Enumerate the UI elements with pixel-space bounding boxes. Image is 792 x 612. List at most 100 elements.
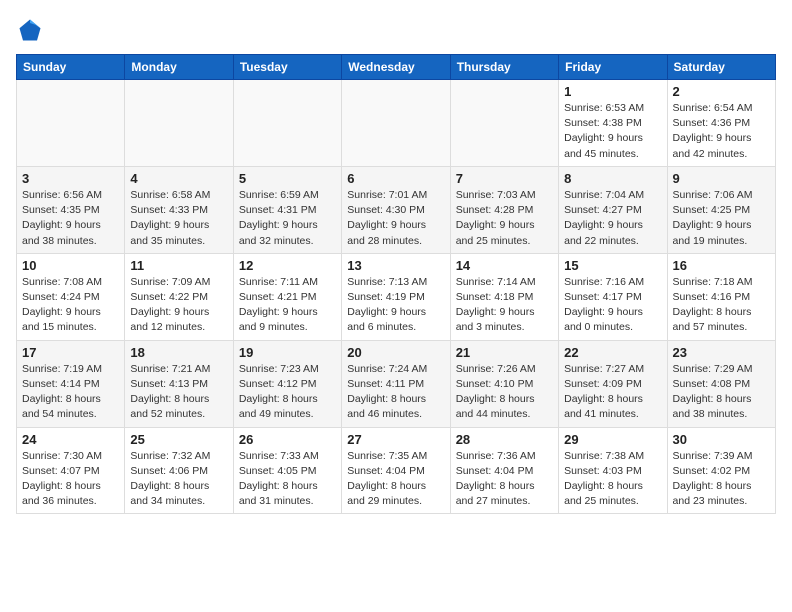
calendar-week-row: 10 Sunrise: 7:08 AM Sunset: 4:24 PM Dayli… <box>17 253 776 340</box>
calendar-cell: 27Sunrise: 7:35 AM Sunset: 4:04 PM Dayli… <box>342 427 450 514</box>
day-info: Sunrise: 7:38 AM Sunset: 4:03 PM Dayligh… <box>564 449 661 510</box>
day-info: Sunrise: 7:13 AM Sunset: 4:19 PM Dayligh… <box>347 275 444 336</box>
day-info: Sunrise: 6:54 AM Sunset: 4:36 PM Dayligh… <box>673 101 770 162</box>
calendar-cell: 1 Sunrise: 6:53 AM Sunset: 4:38 PM Daylig… <box>559 80 667 167</box>
day-number: 3 <box>22 171 119 186</box>
calendar-cell: 6 Sunrise: 7:01 AM Sunset: 4:30 PM Daylig… <box>342 166 450 253</box>
calendar-cell <box>125 80 233 167</box>
day-info: Sunrise: 7:21 AM Sunset: 4:13 PM Dayligh… <box>130 362 227 423</box>
day-info: Sunrise: 7:23 AM Sunset: 4:12 PM Dayligh… <box>239 362 336 423</box>
day-info: Sunrise: 7:24 AM Sunset: 4:11 PM Dayligh… <box>347 362 444 423</box>
calendar-body: 1 Sunrise: 6:53 AM Sunset: 4:38 PM Daylig… <box>17 80 776 514</box>
weekday-header-thursday: Thursday <box>450 55 558 80</box>
day-info: Sunrise: 7:19 AM Sunset: 4:14 PM Dayligh… <box>22 362 119 423</box>
day-info: Sunrise: 7:29 AM Sunset: 4:08 PM Dayligh… <box>673 362 770 423</box>
weekday-header-sunday: Sunday <box>17 55 125 80</box>
header <box>16 16 776 44</box>
day-info: Sunrise: 7:11 AM Sunset: 4:21 PM Dayligh… <box>239 275 336 336</box>
day-number: 5 <box>239 171 336 186</box>
logo-icon <box>16 16 44 44</box>
calendar-cell <box>17 80 125 167</box>
calendar-cell: 7 Sunrise: 7:03 AM Sunset: 4:28 PM Daylig… <box>450 166 558 253</box>
calendar-header-row: SundayMondayTuesdayWednesdayThursdayFrid… <box>17 55 776 80</box>
day-number: 15 <box>564 258 661 273</box>
day-number: 1 <box>564 84 661 99</box>
day-number: 8 <box>564 171 661 186</box>
calendar-week-row: 1 Sunrise: 6:53 AM Sunset: 4:38 PM Daylig… <box>17 80 776 167</box>
day-info: Sunrise: 7:14 AM Sunset: 4:18 PM Dayligh… <box>456 275 553 336</box>
calendar-cell: 30 Sunrise: 7:39 AM Sunset: 4:02 PM Dayli… <box>667 427 775 514</box>
calendar-table: SundayMondayTuesdayWednesdayThursdayFrid… <box>16 54 776 514</box>
calendar-cell <box>450 80 558 167</box>
day-info: Sunrise: 6:56 AM Sunset: 4:35 PM Dayligh… <box>22 188 119 249</box>
day-number: 17 <box>22 345 119 360</box>
day-number: 6 <box>347 171 444 186</box>
calendar-cell: 4 Sunrise: 6:58 AM Sunset: 4:33 PM Daylig… <box>125 166 233 253</box>
weekday-header-monday: Monday <box>125 55 233 80</box>
weekday-header-saturday: Saturday <box>667 55 775 80</box>
weekday-header-friday: Friday <box>559 55 667 80</box>
calendar-cell <box>233 80 341 167</box>
calendar-cell: 2 Sunrise: 6:54 AM Sunset: 4:36 PM Daylig… <box>667 80 775 167</box>
day-info: Sunrise: 6:58 AM Sunset: 4:33 PM Dayligh… <box>130 188 227 249</box>
calendar-cell: 25 Sunrise: 7:32 AM Sunset: 4:06 PM Dayli… <box>125 427 233 514</box>
day-number: 13 <box>347 258 444 273</box>
calendar-cell: 26 Sunrise: 7:33 AM Sunset: 4:05 PM Dayli… <box>233 427 341 514</box>
day-number: 19 <box>239 345 336 360</box>
calendar-cell: 18 Sunrise: 7:21 AM Sunset: 4:13 PM Dayli… <box>125 340 233 427</box>
day-info: Sunrise: 7:09 AM Sunset: 4:22 PM Dayligh… <box>130 275 227 336</box>
calendar-cell: 11 Sunrise: 7:09 AM Sunset: 4:22 PM Dayli… <box>125 253 233 340</box>
day-number: 27 <box>347 432 444 447</box>
day-number: 11 <box>130 258 227 273</box>
day-number: 12 <box>239 258 336 273</box>
day-number: 26 <box>239 432 336 447</box>
day-info: Sunrise: 7:03 AM Sunset: 4:28 PM Dayligh… <box>456 188 553 249</box>
day-number: 22 <box>564 345 661 360</box>
day-number: 4 <box>130 171 227 186</box>
day-number: 9 <box>673 171 770 186</box>
day-number: 20 <box>347 345 444 360</box>
day-info: Sunrise: 7:01 AM Sunset: 4:30 PM Dayligh… <box>347 188 444 249</box>
calendar-cell: 8Sunrise: 7:04 AM Sunset: 4:27 PM Daylig… <box>559 166 667 253</box>
calendar-week-row: 24Sunrise: 7:30 AM Sunset: 4:07 PM Dayli… <box>17 427 776 514</box>
calendar-cell: 10 Sunrise: 7:08 AM Sunset: 4:24 PM Dayli… <box>17 253 125 340</box>
day-number: 10 <box>22 258 119 273</box>
day-info: Sunrise: 6:59 AM Sunset: 4:31 PM Dayligh… <box>239 188 336 249</box>
calendar-cell: 16Sunrise: 7:18 AM Sunset: 4:16 PM Dayli… <box>667 253 775 340</box>
calendar-cell: 14 Sunrise: 7:14 AM Sunset: 4:18 PM Dayli… <box>450 253 558 340</box>
day-number: 2 <box>673 84 770 99</box>
calendar-cell: 22Sunrise: 7:27 AM Sunset: 4:09 PM Dayli… <box>559 340 667 427</box>
day-info: Sunrise: 7:30 AM Sunset: 4:07 PM Dayligh… <box>22 449 119 510</box>
calendar-cell: 15Sunrise: 7:16 AM Sunset: 4:17 PM Dayli… <box>559 253 667 340</box>
calendar-cell: 9Sunrise: 7:06 AM Sunset: 4:25 PM Daylig… <box>667 166 775 253</box>
calendar-cell: 24Sunrise: 7:30 AM Sunset: 4:07 PM Dayli… <box>17 427 125 514</box>
day-number: 28 <box>456 432 553 447</box>
calendar-cell: 23 Sunrise: 7:29 AM Sunset: 4:08 PM Dayli… <box>667 340 775 427</box>
day-info: Sunrise: 7:32 AM Sunset: 4:06 PM Dayligh… <box>130 449 227 510</box>
calendar-cell: 12 Sunrise: 7:11 AM Sunset: 4:21 PM Dayli… <box>233 253 341 340</box>
day-info: Sunrise: 7:39 AM Sunset: 4:02 PM Dayligh… <box>673 449 770 510</box>
day-number: 30 <box>673 432 770 447</box>
day-info: Sunrise: 7:33 AM Sunset: 4:05 PM Dayligh… <box>239 449 336 510</box>
calendar-cell: 20 Sunrise: 7:24 AM Sunset: 4:11 PM Dayli… <box>342 340 450 427</box>
calendar-week-row: 3 Sunrise: 6:56 AM Sunset: 4:35 PM Daylig… <box>17 166 776 253</box>
weekday-header-wednesday: Wednesday <box>342 55 450 80</box>
day-number: 14 <box>456 258 553 273</box>
calendar-cell: 29 Sunrise: 7:38 AM Sunset: 4:03 PM Dayli… <box>559 427 667 514</box>
day-info: Sunrise: 7:08 AM Sunset: 4:24 PM Dayligh… <box>22 275 119 336</box>
calendar-cell: 19 Sunrise: 7:23 AM Sunset: 4:12 PM Dayli… <box>233 340 341 427</box>
day-number: 23 <box>673 345 770 360</box>
day-number: 7 <box>456 171 553 186</box>
calendar-week-row: 17 Sunrise: 7:19 AM Sunset: 4:14 PM Dayli… <box>17 340 776 427</box>
weekday-header-tuesday: Tuesday <box>233 55 341 80</box>
calendar-cell: 17 Sunrise: 7:19 AM Sunset: 4:14 PM Dayli… <box>17 340 125 427</box>
day-number: 18 <box>130 345 227 360</box>
day-number: 25 <box>130 432 227 447</box>
day-info: Sunrise: 7:26 AM Sunset: 4:10 PM Dayligh… <box>456 362 553 423</box>
day-number: 29 <box>564 432 661 447</box>
day-number: 16 <box>673 258 770 273</box>
calendar-cell: 28 Sunrise: 7:36 AM Sunset: 4:04 PM Dayli… <box>450 427 558 514</box>
day-info: Sunrise: 6:53 AM Sunset: 4:38 PM Dayligh… <box>564 101 661 162</box>
day-info: Sunrise: 7:36 AM Sunset: 4:04 PM Dayligh… <box>456 449 553 510</box>
calendar-cell: 5 Sunrise: 6:59 AM Sunset: 4:31 PM Daylig… <box>233 166 341 253</box>
